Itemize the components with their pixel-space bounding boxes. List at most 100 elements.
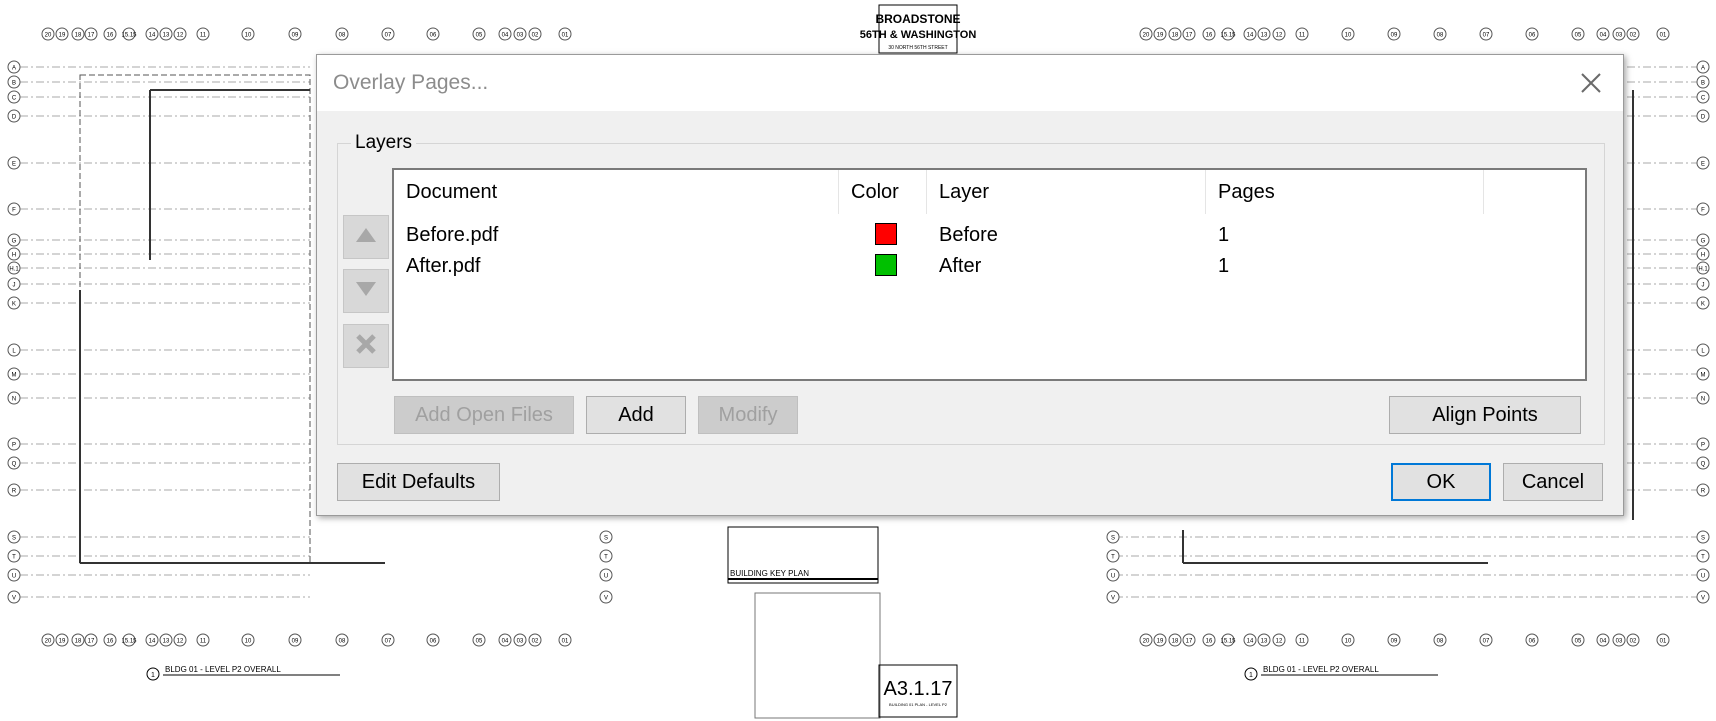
grid-bubble-label: 18: [1172, 639, 1179, 645]
overlay-pages-dialog: Overlay Pages... Layers Document Color L…: [316, 54, 1624, 516]
grid-bubble-label: V: [1111, 596, 1115, 602]
grid-bubble-label: 11: [200, 33, 207, 39]
add-button[interactable]: Add: [586, 396, 686, 434]
grid-bubble-label: 12: [177, 33, 184, 39]
layers-list[interactable]: Document Color Layer Pages Before.pdf Be…: [392, 168, 1587, 381]
grid-bubble-label: 18: [75, 639, 82, 645]
grid-bubble-label: 20: [45, 639, 52, 645]
grid-bubble-label: 09: [1391, 639, 1398, 645]
grid-bubble-label: 03: [517, 33, 524, 39]
grid-bubble-label: 03: [517, 639, 524, 645]
row-pages: 1: [1218, 255, 1230, 277]
cancel-button[interactable]: Cancel: [1503, 463, 1603, 501]
add-open-files-button[interactable]: Add Open Files: [394, 396, 574, 434]
delete-icon: [355, 333, 377, 360]
grid-bubble-label: 03: [1616, 639, 1623, 645]
row-color-swatch[interactable]: [875, 223, 897, 245]
grid-bubble-label: 15.15: [121, 639, 137, 645]
grid-bubble-label: F: [1701, 208, 1705, 214]
delete-button[interactable]: [343, 324, 389, 368]
grid-bubble-label: H.1: [1698, 267, 1708, 273]
sheet-title: BUILDING 01 PLAN - LEVEL P2: [889, 702, 948, 707]
ok-button[interactable]: OK: [1391, 463, 1491, 501]
column-header-document[interactable]: Document: [394, 170, 839, 214]
grid-bubble-label: 13: [1261, 33, 1268, 39]
grid-bubble-label: 07: [385, 639, 392, 645]
modify-button[interactable]: Modify: [698, 396, 798, 434]
grid-bubble-label: 10: [1345, 639, 1352, 645]
grid-bubble-label: 17: [88, 639, 95, 645]
grid-bubble-label: B: [1701, 81, 1705, 87]
grid-bubble-label: 10: [245, 639, 252, 645]
edit-defaults-button[interactable]: Edit Defaults: [337, 463, 500, 501]
detail-number-right: 1: [1249, 672, 1253, 679]
key-plan-label: BUILDING KEY PLAN: [730, 569, 809, 578]
grid-bubble-label: V: [604, 596, 608, 602]
grid-bubble-label: 16: [1206, 33, 1213, 39]
table-row[interactable]: Before.pdf Before 1: [394, 220, 1585, 250]
grid-bubble-label: B: [12, 81, 16, 87]
grid-bubble-label: 14: [149, 639, 156, 645]
grid-bubble-label: Q: [1701, 462, 1706, 468]
grid-bubble-label: 02: [1630, 639, 1637, 645]
title-block-line1: BROADSTONE: [875, 12, 960, 26]
column-header-layer[interactable]: Layer: [927, 170, 1206, 214]
grid-bubble-label: 15.15: [1220, 33, 1236, 39]
grid-bubble-label: D: [12, 115, 17, 121]
grid-bubble-label: 05: [1575, 33, 1582, 39]
grid-bubbles-bottom-left: 20 19 18 17 16 15.15 14 13 12 11 10 09 08 07 06 05 04 03 0…: [41, 633, 572, 647]
grid-bubble-label: K: [12, 302, 16, 308]
row-color-swatch[interactable]: [875, 254, 897, 276]
grid-bubble-label: P: [12, 443, 16, 449]
grid-bubble-label: U: [1111, 574, 1115, 580]
grid-bubble-label: 08: [339, 639, 346, 645]
grid-bubble-label: 06: [1529, 33, 1536, 39]
grid-bubble-label: 19: [1157, 639, 1164, 645]
grid-bubble-label: N: [12, 397, 16, 403]
grid-bubble-label: 17: [1186, 33, 1193, 39]
close-icon[interactable]: [1575, 67, 1607, 99]
grid-bubble-label: 18: [75, 33, 82, 39]
grid-bubble-label: M: [12, 373, 17, 379]
move-up-button[interactable]: [343, 215, 389, 259]
grid-bubble-label: 11: [1299, 639, 1306, 645]
title-block-line2: 56TH & WASHINGTON: [860, 29, 977, 41]
grid-bubble-label: V: [1701, 596, 1705, 602]
grid-bubble-label: A: [12, 66, 16, 72]
column-header-pages[interactable]: Pages: [1206, 170, 1484, 214]
grid-bubble-label: 04: [1600, 639, 1607, 645]
detail-number-left: 1: [151, 672, 155, 679]
plan-label-right: BLDG 01 - LEVEL P2 OVERALL: [1263, 665, 1379, 674]
grid-bubble-label: 13: [1261, 639, 1268, 645]
grid-bubble-label: 12: [1276, 639, 1283, 645]
sheet-number: A3.1.17: [884, 678, 953, 700]
grid-bubble-label: U: [12, 574, 16, 580]
grid-bubble-label: 07: [1483, 33, 1490, 39]
grid-bubble-label: 16: [1206, 639, 1213, 645]
grid-bubble-label: T: [1111, 555, 1115, 561]
grid-bubble-label: V: [12, 596, 16, 602]
grid-bubble-label: 01: [1660, 639, 1667, 645]
grid-bubble-label: 19: [59, 639, 66, 645]
grid-bubble-label: T: [1701, 555, 1705, 561]
grid-bubble-label: 09: [1391, 33, 1398, 39]
align-points-button[interactable]: Align Points: [1389, 396, 1581, 434]
grid-bubble-label: 16: [107, 639, 114, 645]
move-down-button[interactable]: [343, 269, 389, 313]
grid-bubble-label: R: [12, 489, 17, 495]
grid-bubble-label: T: [12, 555, 16, 561]
grid-bubble-label: S: [12, 536, 16, 542]
grid-bubble-label: 06: [430, 639, 437, 645]
grid-bubble-label: 08: [1437, 33, 1444, 39]
layers-group-title: Layers: [351, 132, 417, 154]
grid-bubble-label: C: [12, 96, 17, 102]
plan-label-left: BLDG 01 - LEVEL P2 OVERALL: [165, 665, 281, 674]
column-header-color[interactable]: Color: [839, 170, 927, 214]
grid-bubble-label: 08: [1437, 639, 1444, 645]
grid-bubble-label: 15.15: [1220, 639, 1236, 645]
grid-bubble-label: H: [12, 253, 16, 259]
grid-bubble-label: 10: [245, 33, 252, 39]
grid-bubble-label: 02: [532, 639, 539, 645]
table-row[interactable]: After.pdf After 1: [394, 251, 1585, 281]
grid-bubble-label: C: [1701, 96, 1706, 102]
